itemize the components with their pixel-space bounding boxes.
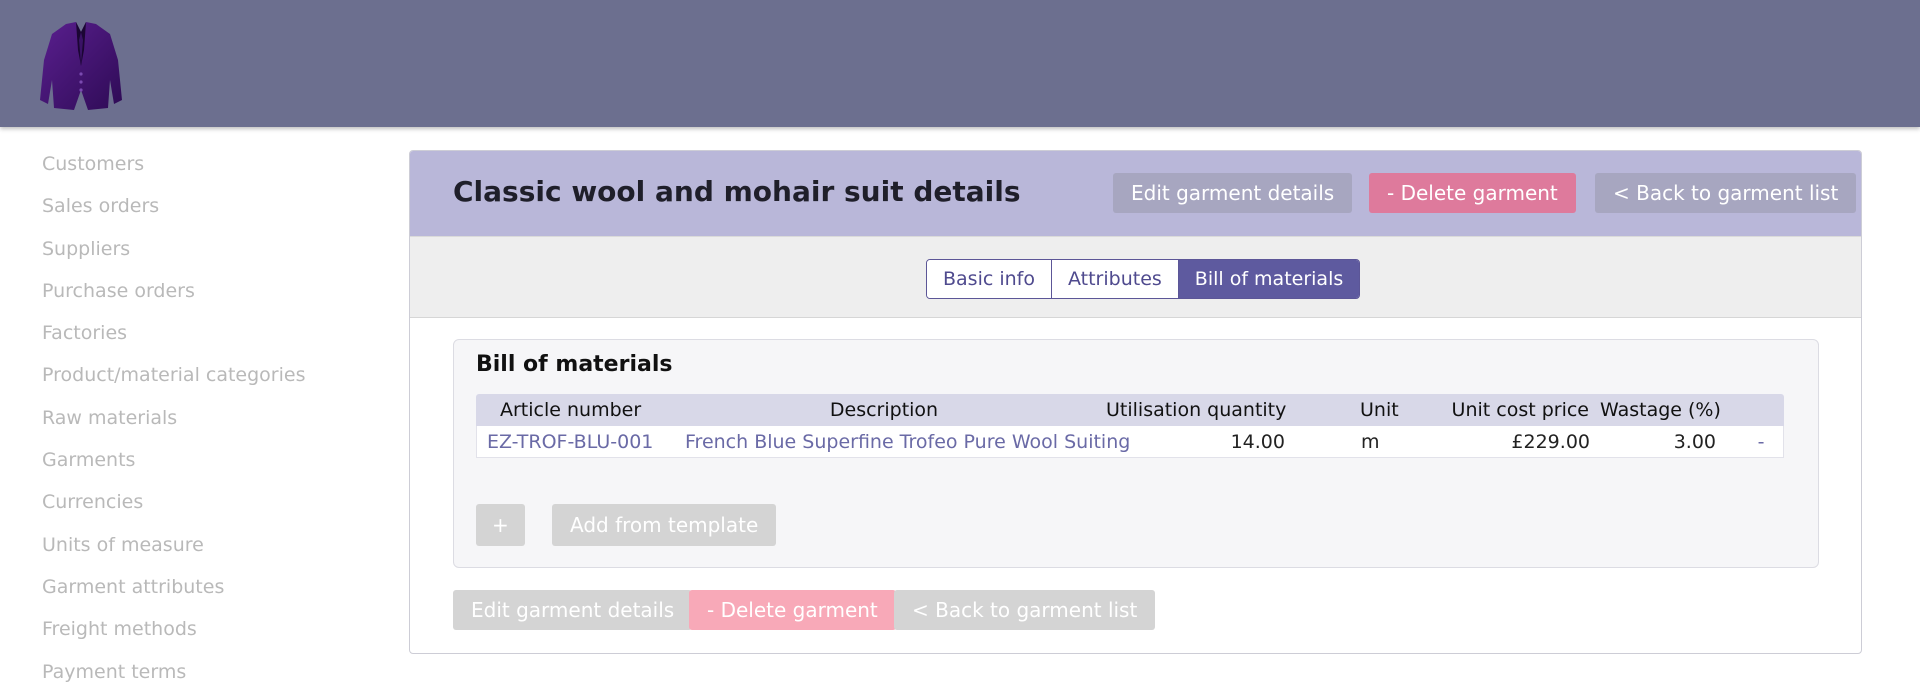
edit-garment-button[interactable]: Edit garment details (1113, 173, 1353, 213)
sidebar-item-purchase-orders[interactable]: Purchase orders (42, 269, 362, 311)
back-to-garment-list-button[interactable]: < Back to garment list (1595, 173, 1857, 213)
sidebar-item-factories[interactable]: Factories (42, 311, 362, 353)
unit-cost-price-value: £229.00 (1511, 431, 1590, 453)
sidebar-item-units-of-measure[interactable]: Units of measure (42, 523, 362, 565)
bom-table: Article number Description Utilisation q… (476, 394, 1784, 458)
edit-garment-footer-button[interactable]: Edit garment details (453, 590, 693, 630)
delete-garment-footer-button[interactable]: - Delete garment (689, 590, 896, 630)
article-number-link[interactable]: EZ-TROF-BLU-001 (487, 426, 653, 458)
description-link[interactable]: French Blue Superfine Trofeo Pure Wool S… (685, 426, 1130, 458)
utilisation-quantity-value: 14.00 (1230, 431, 1285, 453)
bill-of-materials-card: Bill of materials Article number Descrip… (453, 339, 1819, 568)
tab-strip: Basic info Attributes Bill of materials (410, 236, 1861, 318)
column-header-description: Description (829, 399, 939, 421)
add-row-button[interactable]: + (476, 504, 525, 546)
remove-row-button[interactable]: - (1754, 426, 1768, 458)
garment-details-panel: Classic wool and mohair suit details Edi… (409, 150, 1862, 654)
sidebar-item-currencies[interactable]: Currencies (42, 480, 362, 522)
table-row: EZ-TROF-BLU-001 French Blue Superfine Tr… (476, 426, 1784, 458)
sidebar-item-customers[interactable]: Customers (42, 142, 362, 184)
column-header-wastage: Wastage (%) (1600, 399, 1721, 421)
tab-basic-info[interactable]: Basic info (927, 260, 1052, 298)
sidebar-item-raw-materials[interactable]: Raw materials (42, 396, 362, 438)
tab-bill-of-materials[interactable]: Bill of materials (1178, 260, 1360, 298)
delete-garment-button[interactable]: - Delete garment (1369, 173, 1576, 213)
sidebar-nav: Customers Sales orders Suppliers Purchas… (42, 142, 362, 692)
bom-title: Bill of materials (476, 352, 673, 377)
tabs: Basic info Attributes Bill of materials (926, 259, 1361, 299)
back-to-garment-list-footer-button[interactable]: < Back to garment list (894, 590, 1156, 630)
bom-table-header: Article number Description Utilisation q… (476, 394, 1784, 426)
sidebar-item-product-material-categories[interactable]: Product/material categories (42, 353, 362, 395)
wastage-value: 3.00 (1673, 431, 1716, 453)
page-title: Classic wool and mohair suit details (453, 175, 1021, 208)
unit-value: m (1361, 431, 1380, 453)
column-header-unit-cost-price: Unit cost price (1451, 399, 1589, 421)
sidebar-item-suppliers[interactable]: Suppliers (42, 227, 362, 269)
sidebar-item-garments[interactable]: Garments (42, 438, 362, 480)
top-bar (0, 0, 1920, 127)
tab-attributes[interactable]: Attributes (1051, 260, 1179, 298)
sidebar-item-sales-orders[interactable]: Sales orders (42, 184, 362, 226)
panel-header: Classic wool and mohair suit details Edi… (410, 151, 1861, 236)
suit-jacket-logo-icon[interactable] (38, 20, 124, 112)
column-header-article-number: Article number (500, 399, 642, 421)
sidebar-item-freight-methods[interactable]: Freight methods (42, 607, 362, 649)
column-header-utilisation-quantity: Utilisation quantity (1106, 399, 1287, 421)
column-header-unit: Unit (1360, 399, 1399, 421)
sidebar-item-garment-attributes[interactable]: Garment attributes (42, 565, 362, 607)
sidebar-item-payment-terms[interactable]: Payment terms (42, 650, 362, 692)
add-from-template-button[interactable]: Add from template (552, 504, 777, 546)
